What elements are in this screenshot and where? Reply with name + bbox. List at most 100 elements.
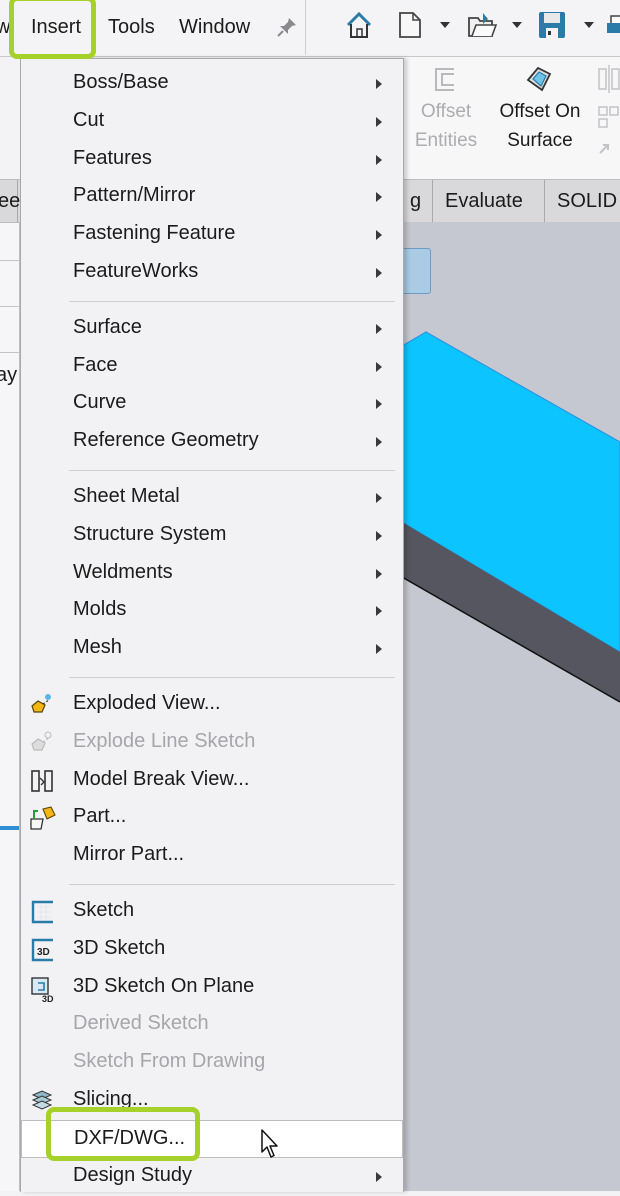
menu-item-label: Sketch: [73, 899, 135, 921]
submenu-arrow-icon: [376, 568, 382, 579]
menu-item-label: Fastening Feature: [73, 222, 236, 245]
menu-item-reference-geometry[interactable]: Reference Geometry: [21, 423, 403, 461]
menu-item-label: 3D Sketch: [73, 936, 166, 959]
pin-icon[interactable]: [276, 16, 298, 43]
menu-item-label: Structure System: [73, 522, 227, 545]
menu-item-label: Cut: [73, 108, 105, 131]
menu-item-surface[interactable]: Surface: [21, 310, 403, 348]
menu-item-label: Face: [73, 353, 118, 376]
submenu-arrow-icon: [376, 79, 382, 89]
save-icon[interactable]: [537, 10, 567, 45]
menu-item-label: Curve: [73, 391, 127, 414]
offset-on-surface-icon[interactable]: [524, 64, 554, 99]
save-dropdown-caret-icon[interactable]: [584, 22, 594, 28]
tab-evaluate[interactable]: Evaluate: [433, 180, 545, 222]
menu-item-label: Mesh: [73, 636, 122, 659]
menu-item-mirror-part[interactable]: Mirror Part...: [21, 837, 403, 875]
menu-item-cut[interactable]: Cut: [21, 103, 403, 141]
explode-line-sketch-icon: [29, 730, 55, 756]
menu-item-molds[interactable]: Molds: [21, 592, 403, 630]
menu-item-label: Weldments: [73, 560, 173, 583]
model-part[interactable]: [402, 222, 620, 1191]
mirror-entities-icon: [598, 65, 620, 170]
3d-sketch-on-plane-icon: 3D: [29, 975, 55, 1004]
new-document-icon[interactable]: [397, 10, 423, 45]
submenu-arrow-icon: [376, 399, 382, 410]
svg-text:3D: 3D: [42, 994, 54, 1003]
submenu-arrow-icon: [376, 606, 382, 617]
submenu-arrow-icon: [376, 116, 382, 127]
offset-entities-label-2: Entities: [414, 130, 478, 151]
submenu-arrow-icon: [376, 493, 382, 503]
menu-item-curve[interactable]: Curve: [21, 385, 403, 423]
menu-item-derived-sketch: Derived Sketch: [21, 1006, 403, 1044]
menu-item-3d-sketch-on-plane[interactable]: 3D 3D Sketch On Plane: [21, 969, 403, 1007]
sketch-icon: [29, 899, 55, 925]
offset-entities-label-1: Offset: [420, 101, 472, 122]
offset-entities-button: Offset Entities: [412, 97, 480, 155]
print-icon[interactable]: [607, 10, 620, 45]
menu-item-mesh[interactable]: Mesh: [21, 630, 403, 668]
exploded-view-icon: [29, 692, 55, 718]
command-manager-ribbon: Offset Entities Offset On Surface: [402, 57, 620, 179]
menu-item-label: Derived Sketch: [73, 1012, 209, 1035]
menu-item-label: Boss/Base: [73, 71, 169, 93]
submenu-arrow-icon: [376, 230, 382, 241]
menubar-item-window[interactable]: Window: [179, 16, 250, 39]
home-icon[interactable]: [344, 10, 374, 45]
new-dropdown-caret-icon[interactable]: [440, 22, 450, 28]
menu-item-features[interactable]: Features: [21, 141, 403, 179]
offset-entities-icon: [432, 66, 460, 99]
insert-menu-highlight: [9, 0, 96, 59]
menu-item-label: 3D Sketch On Plane: [73, 974, 255, 997]
offset-on-surface-label-1: Offset On: [499, 101, 581, 122]
model-break-view-icon: [29, 768, 55, 794]
mouse-cursor-icon: [260, 1128, 282, 1165]
svg-text:3D: 3D: [37, 947, 50, 958]
menu-item-sheet-metal[interactable]: Sheet Metal: [21, 479, 403, 517]
menu-item-label: Reference Geometry: [73, 429, 259, 452]
submenu-arrow-icon: [376, 192, 382, 203]
panel-selection-indicator: [0, 826, 19, 830]
menu-item-sketch[interactable]: Sketch: [21, 893, 403, 931]
menu-separator: [69, 884, 395, 885]
menu-item-3d-sketch[interactable]: 3D 3D Sketch: [21, 931, 403, 969]
menu-item-label: Sketch From Drawing: [73, 1050, 266, 1073]
feature-manager-panel: ay: [0, 222, 20, 1191]
menu-item-pattern-mirror[interactable]: Pattern/Mirror: [21, 178, 403, 216]
dxf-dwg-highlight: [46, 1107, 200, 1161]
menu-item-label: FeatureWorks: [73, 260, 199, 282]
menu-item-structure-system[interactable]: Structure System: [21, 517, 403, 555]
open-dropdown-caret-icon[interactable]: [512, 22, 522, 28]
menu-item-face[interactable]: Face: [21, 348, 403, 386]
menu-item-label: Sheet Metal: [73, 485, 180, 507]
menu-item-fastening-feature[interactable]: Fastening Feature: [21, 216, 403, 254]
menu-item-weldments[interactable]: Weldments: [21, 555, 403, 593]
menubar-separator: [305, 0, 306, 55]
submenu-arrow-icon: [376, 361, 382, 372]
menu-item-exploded-view[interactable]: Exploded View...: [21, 686, 403, 724]
menu-item-label: Mirror Part...: [73, 843, 185, 866]
tab-solidworks-addins[interactable]: SOLID: [545, 180, 620, 222]
menu-item-boss-base[interactable]: Boss/Base: [21, 65, 403, 103]
menu-item-model-break-view[interactable]: Model Break View...: [21, 762, 403, 800]
menubar-item-tools[interactable]: Tools: [108, 16, 155, 39]
menu-item-part[interactable]: Part...: [21, 799, 403, 837]
tab-features[interactable]: ee: [0, 180, 20, 222]
open-folder-icon[interactable]: [466, 10, 498, 45]
menu-item-design-study[interactable]: Design Study: [21, 1158, 403, 1196]
submenu-arrow-icon: [376, 268, 382, 278]
menu-item-label: Molds: [73, 598, 127, 621]
offset-on-surface-button[interactable]: Offset On Surface: [488, 97, 592, 155]
submenu-arrow-icon: [376, 323, 382, 334]
submenu-arrow-icon: [376, 437, 382, 448]
submenu-arrow-icon: [376, 154, 382, 165]
menu-item-featureworks[interactable]: FeatureWorks: [21, 254, 403, 292]
menu-item-label: Explode Line Sketch: [73, 729, 256, 752]
menu-item-explode-line-sketch: Explode Line Sketch: [21, 724, 403, 762]
graphics-viewport[interactable]: [402, 222, 620, 1191]
insert-menu: Boss/Base Cut Features Pattern/Mirror Fasten…: [20, 58, 404, 1192]
menu-item-label: Model Break View...: [73, 767, 250, 790]
menu-item-label: Surface: [73, 315, 142, 338]
submenu-arrow-icon: [376, 644, 382, 655]
